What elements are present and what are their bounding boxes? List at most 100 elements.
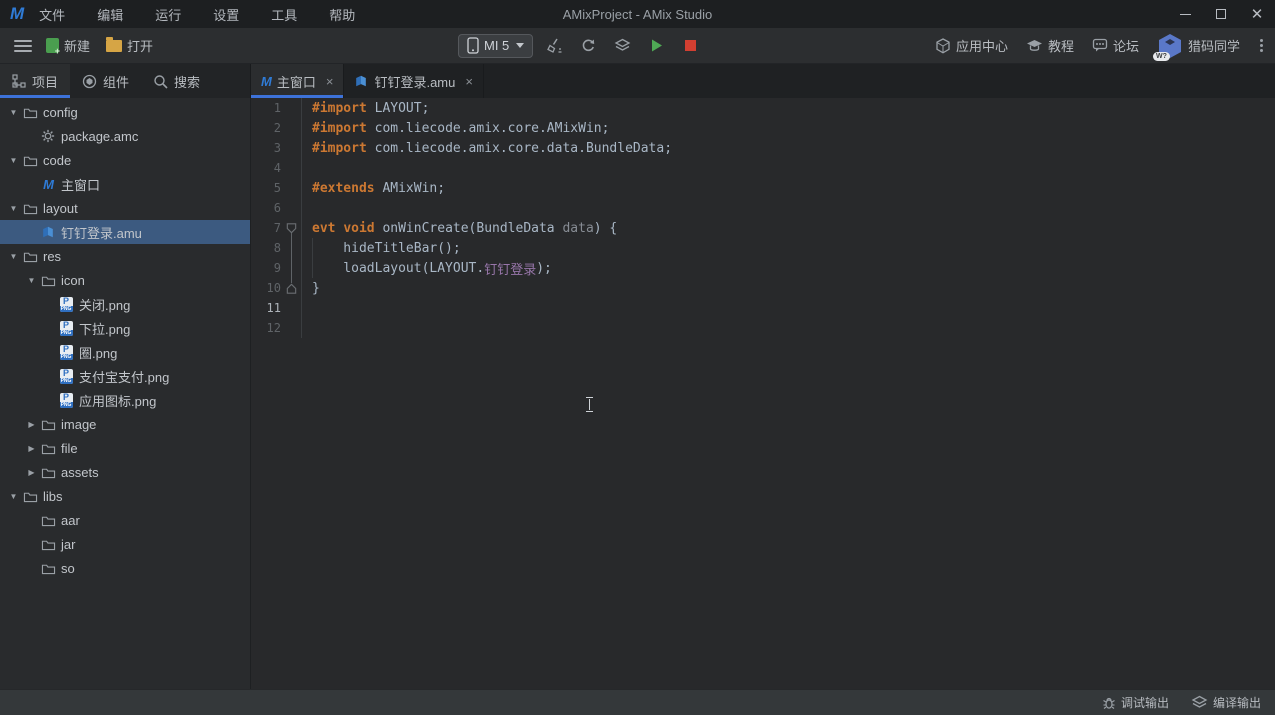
open-folder-icon [106,40,122,52]
tree-item[interactable]: so [0,556,250,580]
close-button[interactable]: ✕ [1239,0,1275,28]
title-bar: M 文件编辑运行设置工具帮助 AMixProject - AMix Studio… [0,0,1275,28]
fold-gutter [281,158,301,178]
tree-item[interactable]: ▶ file [0,436,250,460]
tree-item-label: 主窗口 [61,175,100,194]
tab-strip: 项目 组件 搜索 M主窗口 × 钉钉登录.amu × [0,64,1275,98]
statusbar-bug-toggle[interactable]: 调试输出 [1102,694,1169,711]
run-icon[interactable] [645,35,667,57]
overflow-menu-icon[interactable] [1258,39,1265,52]
menu-item[interactable]: 设置 [209,3,243,26]
fold-marker[interactable] [281,238,301,258]
tree-item[interactable]: ▼ code [0,148,250,172]
chevron-right-icon[interactable]: ▶ [24,468,39,477]
account-button[interactable]: W? 猎码同学 [1157,33,1240,59]
folder-icon [39,418,57,431]
sidebar-tab-项目[interactable]: 项目 [0,64,70,98]
code-editor[interactable]: 1 #import LAYOUT; 2 #import com.liecode.… [251,98,1275,689]
code-line[interactable]: 2 #import com.liecode.amix.core.AMixWin; [251,118,1275,138]
close-icon[interactable]: × [465,74,473,89]
editor-tab[interactable]: 钉钉登录.amu × [344,64,484,98]
chevron-right-icon[interactable]: ▶ [24,444,39,453]
code-line[interactable]: 5 #extends AMixWin; [251,178,1275,198]
phone-icon [467,37,479,54]
open-button[interactable]: 打开 [106,36,153,55]
tree-item-label: layout [43,201,78,216]
tree-item[interactable]: PPNG 圈.png [0,340,250,364]
main-area: ▼ config package.amc ▼ code M 主窗口 ▼ layo… [0,98,1275,689]
maximize-button[interactable] [1203,0,1239,28]
tree-item-label: 钉钉登录.amu [61,223,142,242]
code-line[interactable]: 1 #import LAYOUT; [251,98,1275,118]
code-line[interactable]: 6 [251,198,1275,218]
chevron-down-icon[interactable]: ▼ [6,204,21,213]
tree-item[interactable]: ▶ assets [0,460,250,484]
code-line[interactable]: 11 [251,298,1275,318]
tree-item[interactable]: aar [0,508,250,532]
tree-item[interactable]: PPNG 支付宝支付.png [0,364,250,388]
code-line[interactable]: 12 [251,318,1275,338]
chevron-down-icon[interactable]: ▼ [6,492,21,501]
tree-item[interactable]: ▼ layout [0,196,250,220]
tree-item-label: 支付宝支付.png [79,367,169,386]
tree-item[interactable]: PPNG 应用图标.png [0,388,250,412]
project-tree-icon [12,74,26,88]
hamburger-menu-icon[interactable] [14,40,32,52]
tree-item[interactable]: ▼ config [0,100,250,124]
code-line[interactable]: 7 evt void onWinCreate(BundleData data) … [251,218,1275,238]
chevron-down-icon[interactable]: ▼ [6,156,21,165]
tree-item[interactable]: 钉钉登录.amu [0,220,250,244]
tree-item[interactable]: PPNG 下拉.png [0,316,250,340]
sidebar-tab-搜索[interactable]: 搜索 [141,64,212,98]
fold-gutter [281,118,301,138]
fold-marker[interactable] [281,278,301,298]
code-line[interactable]: 4 [251,158,1275,178]
tutorial-button[interactable]: 教程 [1026,36,1074,55]
new-file-button[interactable]: 新建 [46,36,90,55]
tree-item[interactable]: package.amc [0,124,250,148]
menu-item[interactable]: 帮助 [325,3,359,26]
code-area[interactable]: 1 #import LAYOUT; 2 #import com.liecode.… [251,98,1275,689]
tree-item[interactable]: ▼ icon [0,268,250,292]
tree-item[interactable]: M 主窗口 [0,172,250,196]
chevron-down-icon[interactable]: ▼ [6,108,21,117]
code-line[interactable]: 10 } [251,278,1275,298]
close-icon[interactable]: × [326,74,334,89]
line-number: 1 [251,101,281,115]
chevron-down-icon[interactable]: ▼ [6,252,21,261]
tree-item[interactable]: PPNG 关闭.png [0,292,250,316]
line-number: 9 [251,261,281,275]
fold-marker[interactable] [281,218,301,238]
device-selector[interactable]: MI 5 [458,34,533,58]
code-line[interactable]: 3 #import com.liecode.amix.core.data.Bun… [251,138,1275,158]
tree-item[interactable]: ▼ res [0,244,250,268]
png-icon: PPNG [57,321,75,336]
amu-icon [39,225,57,239]
editor-tab[interactable]: M主窗口 × [251,64,344,98]
tree-item[interactable]: ▶ image [0,412,250,436]
menu-item[interactable]: 编辑 [93,3,127,26]
tree-item-label: 圈.png [79,343,117,362]
restart-icon[interactable] [577,35,599,57]
clean-icon[interactable] [543,35,565,57]
minimize-button[interactable] [1167,0,1203,28]
menu-item[interactable]: 运行 [151,3,185,26]
sidebar-tab-组件[interactable]: 组件 [70,64,141,98]
code-line[interactable]: 8 hideTitleBar(); [251,238,1275,258]
menu-item[interactable]: 文件 [35,3,69,26]
statusbar-layers-toggle[interactable]: 编译输出 [1191,694,1261,711]
app-center-button[interactable]: 应用中心 [935,36,1008,55]
search-icon [153,74,168,89]
chevron-down-icon[interactable]: ▼ [24,276,39,285]
tree-item[interactable]: jar [0,532,250,556]
chevron-right-icon[interactable]: ▶ [24,420,39,429]
code-line[interactable]: 9 loadLayout(LAYOUT.钉钉登录); [251,258,1275,278]
fold-marker[interactable] [281,258,301,278]
layers-icon[interactable] [611,35,633,57]
forum-button[interactable]: 论坛 [1092,36,1139,55]
stop-icon[interactable] [679,35,701,57]
tree-item-label: config [43,105,78,120]
menu-item[interactable]: 工具 [267,3,301,26]
line-number: 11 [251,301,281,315]
tree-item[interactable]: ▼ libs [0,484,250,508]
